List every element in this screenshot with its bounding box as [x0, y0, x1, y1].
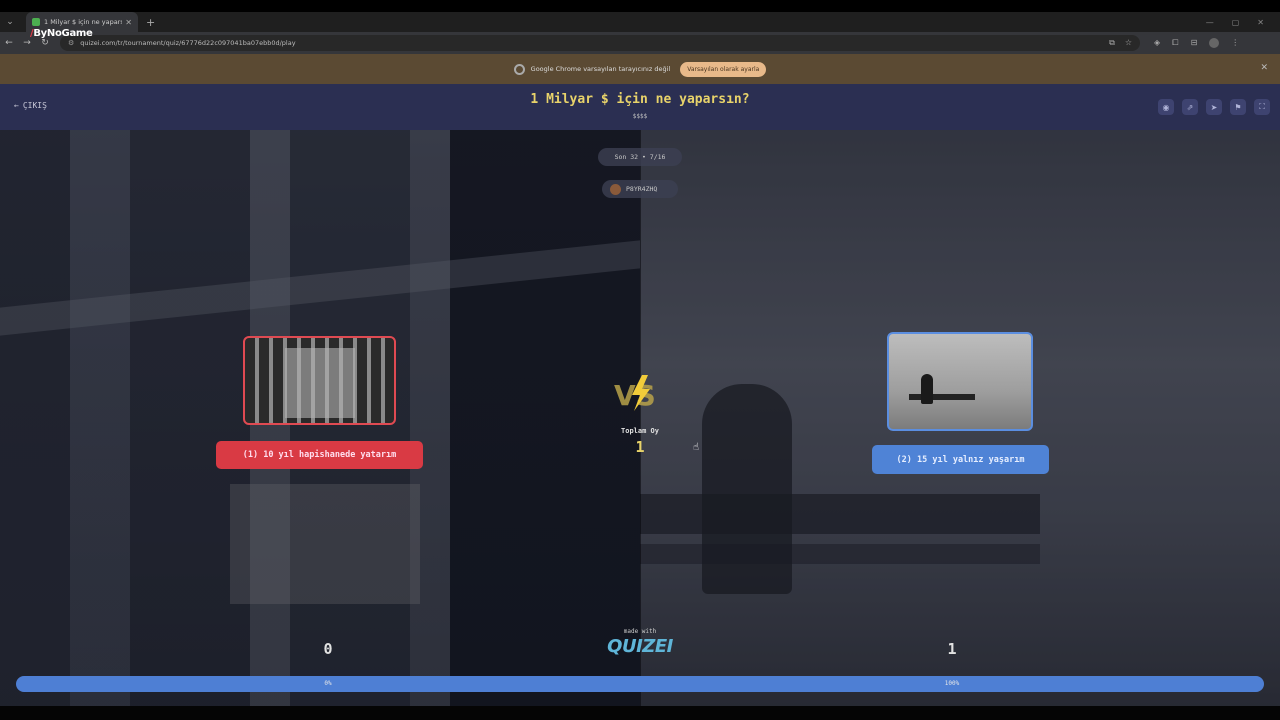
default-browser-infobar: Google Chrome varsayılan tarayıcınız değ…: [0, 54, 1280, 84]
watermark-text: ByNoGame: [33, 28, 93, 39]
round-indicator: Son 32 • 7/16: [598, 148, 682, 166]
new-tab-icon[interactable]: +: [146, 16, 155, 29]
option-1-vote-count: 0: [323, 640, 333, 658]
bynogame-watermark: /ByNoGame: [30, 28, 93, 39]
made-with-label: made with: [623, 628, 657, 635]
extension-icon[interactable]: ◈: [1154, 38, 1160, 48]
profile-avatar-icon[interactable]: [1209, 38, 1220, 48]
address-bar[interactable]: ⚙ quizei.com/tr/tournament/quiz/67776d22…: [60, 35, 1140, 51]
cast-icon[interactable]: ⊟: [1191, 38, 1198, 48]
option-1-image[interactable]: [243, 336, 396, 425]
total-votes-label: Toplam Oy: [621, 427, 659, 435]
user-badge: P8YR4ZHQ: [602, 180, 678, 198]
bench: [909, 394, 975, 400]
flag-icon[interactable]: ⚑: [1230, 99, 1246, 115]
browser-tabstrip: ⌄ 1 Milyar $ için ne yaparsın? - T ✕ + —…: [0, 12, 1280, 32]
vs-lightning-icon: VS: [614, 375, 656, 412]
quiz-title: 1 Milyar $ için ne yaparsın?: [530, 92, 750, 107]
option-2-percent: 100%: [944, 680, 960, 687]
header-actions: ◉ ⇗ ➤ ⚑ ⛶: [1158, 99, 1270, 115]
fullscreen-icon[interactable]: ⛶: [1254, 99, 1270, 115]
option-2-button[interactable]: (2) 15 yıl yalnız yaşarım: [872, 445, 1049, 474]
window-controls: — ▢ ✕: [1206, 18, 1280, 27]
quizei-logo[interactable]: QUIZEI: [580, 636, 700, 657]
username: P8YR4ZHQ: [626, 185, 658, 193]
vote-progress-bar: 0% 100%: [16, 676, 1264, 692]
option-2-image[interactable]: [887, 332, 1033, 431]
extensions-puzzle-icon[interactable]: ⧠: [1172, 38, 1178, 48]
option-1-percent: 0%: [324, 680, 332, 687]
tab-close-icon[interactable]: ✕: [125, 18, 132, 27]
back-icon[interactable]: ←: [0, 38, 18, 48]
option-2-vote-count: 1: [947, 640, 957, 658]
forward-icon[interactable]: →: [18, 38, 36, 48]
reload-icon[interactable]: ↻: [36, 38, 54, 48]
address-url: quizei.com/tr/tournament/quiz/67776d22c0…: [80, 39, 296, 47]
tab-favicon-icon: [32, 18, 40, 26]
total-votes-value: 1: [635, 438, 645, 456]
close-window-icon[interactable]: ✕: [1257, 18, 1264, 27]
browser-toolbar: ← → ↻ ⚙ quizei.com/tr/tournament/quiz/67…: [0, 32, 1280, 54]
avatar: [610, 183, 621, 195]
screen-top-border: [0, 0, 1280, 12]
quiz-page: ← ÇIKIŞ 1 Milyar $ için ne yaparsın? $$$…: [0, 84, 1280, 706]
maximize-icon[interactable]: ▢: [1232, 18, 1240, 27]
infobar-close-icon[interactable]: ✕: [1260, 63, 1268, 73]
site-info-icon[interactable]: ⚙: [68, 39, 74, 47]
chrome-logo-icon: [513, 63, 525, 75]
tab-title: 1 Milyar $ için ne yaparsın? - T: [44, 18, 123, 26]
minimize-icon[interactable]: —: [1206, 18, 1214, 27]
menu-dots-icon[interactable]: ⋮: [1231, 38, 1239, 48]
tab-search-icon[interactable]: ⌄: [0, 17, 20, 27]
vs-text: VS: [614, 379, 656, 412]
hand-cursor-icon: ☝: [693, 442, 700, 453]
send-icon[interactable]: ➤: [1206, 99, 1222, 115]
eye-icon[interactable]: ◉: [1158, 99, 1174, 115]
share-icon[interactable]: ⇗: [1182, 99, 1198, 115]
set-default-button[interactable]: Varsayılan olarak ayarla: [680, 61, 767, 77]
quiz-subtitle: $$$$: [632, 113, 648, 120]
lonely-man: [921, 374, 933, 404]
translate-icon[interactable]: ⧉: [1109, 38, 1115, 48]
infobar-text: Google Chrome varsayılan tarayıcınız değ…: [530, 65, 671, 73]
quiz-header: ← ÇIKIŞ 1 Milyar $ için ne yaparsın? $$$…: [0, 84, 1280, 130]
option-1-button[interactable]: (1) 10 yıl hapishanede yatarım: [216, 441, 423, 469]
screen-bottom-border: [0, 706, 1280, 720]
bookmark-star-icon[interactable]: ☆: [1125, 38, 1132, 48]
prison-door: [285, 348, 355, 418]
